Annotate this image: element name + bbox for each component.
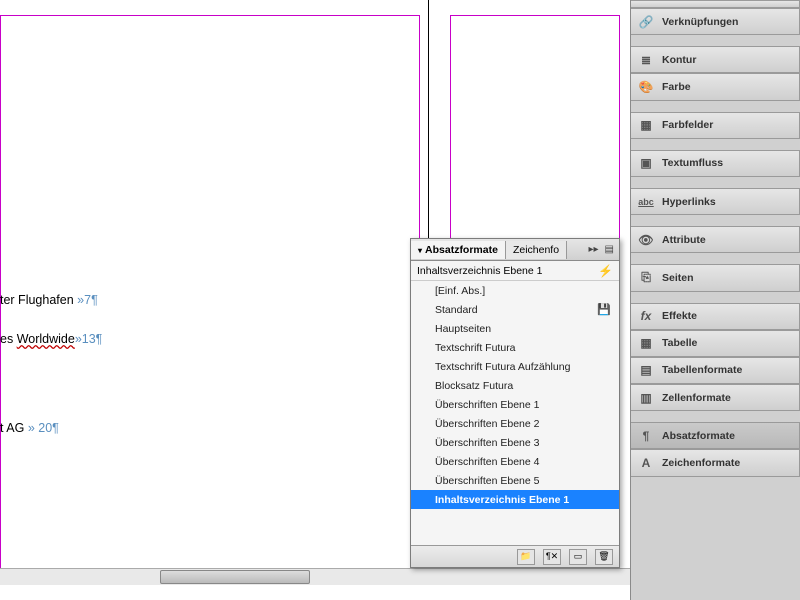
panel-current-style: Inhaltsverzeichnis Ebene 1 ⚡ bbox=[411, 261, 619, 281]
panel-item-label: Effekte bbox=[662, 310, 697, 322]
panel-item-effekte[interactable]: fx Effekte bbox=[631, 303, 800, 330]
toc-line-1: ter Flughafen »7¶ bbox=[0, 293, 98, 307]
style-item[interactable]: Überschriften Ebene 2 bbox=[411, 414, 619, 433]
panel-item-zellenformate[interactable]: ▥ Zellenformate bbox=[631, 384, 800, 411]
style-item[interactable]: Überschriften Ebene 1 bbox=[411, 395, 619, 414]
panel-gap bbox=[631, 177, 800, 188]
delete-style-button[interactable]: 🗑 bbox=[595, 549, 613, 565]
clear-override-button[interactable]: ¶✕ bbox=[543, 549, 561, 565]
new-folder-button[interactable]: 📁 bbox=[517, 549, 535, 565]
panel-item-label: Seiten bbox=[662, 272, 694, 284]
tab-zeichenformate[interactable]: Zeichenfo bbox=[506, 241, 567, 259]
panel-item-label: Tabellenformate bbox=[662, 364, 742, 376]
style-item[interactable]: Blocksatz Futura bbox=[411, 376, 619, 395]
panel-gap bbox=[631, 477, 800, 488]
panel-item-tabelle[interactable]: ▦ Tabelle bbox=[631, 330, 800, 357]
style-item[interactable]: Textschrift Futura Aufzählung bbox=[411, 357, 619, 376]
lines-icon: ≣ bbox=[637, 52, 655, 68]
style-item[interactable]: Überschriften Ebene 3 bbox=[411, 433, 619, 452]
panel-item-clipped[interactable] bbox=[631, 0, 800, 8]
panel-item-label: Zellenformate bbox=[662, 392, 731, 404]
panel-item-tabellenformate[interactable]: ▤ Tabellenformate bbox=[631, 357, 800, 384]
style-item[interactable]: Überschriften Ebene 5 bbox=[411, 471, 619, 490]
panel-gap bbox=[631, 139, 800, 150]
panel-item-label: Attribute bbox=[662, 234, 706, 246]
panel-item-attribute[interactable]: 👁 Attribute bbox=[631, 226, 800, 253]
panel-collapse-icon[interactable]: ▸▸ bbox=[589, 244, 599, 255]
fx-icon: fx bbox=[637, 308, 655, 324]
style-item[interactable]: Überschriften Ebene 4 bbox=[411, 452, 619, 471]
quick-apply-icon[interactable]: ⚡ bbox=[598, 264, 613, 278]
panel-item-verkn[interactable]: 🔗 Verknüpfungen bbox=[631, 8, 800, 35]
link-icon: 🔗 bbox=[637, 14, 655, 30]
panel-item-kontur[interactable]: ≣ Kontur bbox=[631, 46, 800, 73]
panel-item-hyperlinks[interactable]: abc Hyperlinks bbox=[631, 188, 800, 215]
panel-item-label: Verknüpfungen bbox=[662, 16, 738, 28]
toc-line-3: t AG » 20¶ bbox=[0, 421, 59, 435]
panel-item-zeichenformate[interactable]: A Zeichenformate bbox=[631, 449, 800, 476]
panel-item-seiten[interactable]: ⎘ Seiten bbox=[631, 264, 800, 291]
toc-line-2: es Worldwide»13¶ bbox=[0, 332, 102, 346]
panel-item-label: Absatzformate bbox=[662, 430, 735, 442]
style-item[interactable]: Textschrift Futura bbox=[411, 338, 619, 357]
table-icon: ▦ bbox=[637, 335, 655, 351]
panel-item-label: Textumfluss bbox=[662, 157, 723, 169]
style-item[interactable]: Standard💾 bbox=[411, 300, 619, 319]
panel-item-label: Kontur bbox=[662, 54, 696, 66]
horizontal-scrollbar[interactable] bbox=[0, 568, 630, 585]
panel-gap bbox=[631, 215, 800, 226]
panel-item-label: Farbe bbox=[662, 81, 691, 93]
panel-gap bbox=[631, 292, 800, 303]
panel-item-label: Tabelle bbox=[662, 337, 697, 349]
wrap-icon: ▣ bbox=[637, 155, 655, 171]
style-list[interactable]: [Einf. Abs.]Standard💾HauptseitenTextschr… bbox=[411, 281, 619, 509]
paragraph-styles-panel[interactable]: ▾Absatzformate Zeichenfo ▸▸ ▤ Inhaltsver… bbox=[410, 238, 620, 568]
panel-item-textumfluss[interactable]: ▣ Textumfluss bbox=[631, 150, 800, 177]
parafmt-icon: ¶ bbox=[637, 428, 655, 444]
panel-tabs: ▾Absatzformate Zeichenfo ▸▸ ▤ bbox=[411, 239, 619, 261]
panel-item-farbfelder[interactable]: ▦ Farbfelder bbox=[631, 112, 800, 139]
panel-gap bbox=[631, 253, 800, 264]
panel-gap bbox=[631, 411, 800, 422]
panel-item-label: Farbfelder bbox=[662, 119, 713, 131]
disk-icon: 💾 bbox=[597, 303, 611, 316]
abc-icon: abc bbox=[637, 194, 655, 210]
panel-gap bbox=[631, 101, 800, 112]
style-item[interactable]: Hauptseiten bbox=[411, 319, 619, 338]
style-item[interactable]: [Einf. Abs.] bbox=[411, 281, 619, 300]
eye-icon: 👁 bbox=[637, 232, 655, 248]
scrollbar-thumb[interactable] bbox=[160, 570, 310, 584]
panel-item-label: Zeichenformate bbox=[662, 457, 740, 469]
charfmt-icon: A bbox=[637, 455, 655, 471]
tab-absatzformate[interactable]: ▾Absatzformate bbox=[411, 241, 506, 259]
panel-menu-icon[interactable]: ▤ bbox=[605, 244, 614, 255]
swatch-icon: ▦ bbox=[637, 117, 655, 133]
palette-icon: 🎨 bbox=[637, 79, 655, 95]
pages-icon: ⎘ bbox=[637, 270, 655, 286]
new-style-button[interactable]: ▭ bbox=[569, 549, 587, 565]
tablefmt-icon: ▤ bbox=[637, 362, 655, 378]
style-item[interactable]: Inhaltsverzeichnis Ebene 1 bbox=[411, 490, 619, 509]
panel-item-farbe[interactable]: 🎨 Farbe bbox=[631, 73, 800, 100]
panel-footer: 📁 ¶✕ ▭ 🗑 bbox=[411, 545, 619, 567]
right-dock: 🔗 Verknüpfungen ≣ Kontur 🎨 Farbe ▦ Farbfelder ▣ T… bbox=[630, 0, 800, 600]
panel-item-label: Hyperlinks bbox=[662, 196, 716, 208]
panel-item-absatzformate[interactable]: ¶ Absatzformate bbox=[631, 422, 800, 449]
panel-gap bbox=[631, 35, 800, 46]
cellfmt-icon: ▥ bbox=[637, 390, 655, 406]
